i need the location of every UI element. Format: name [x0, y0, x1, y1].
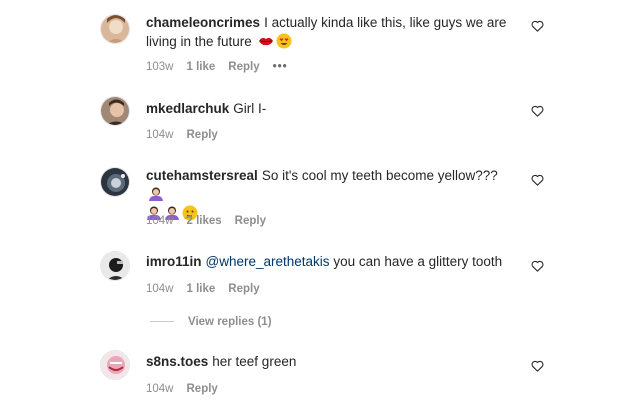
reply-button[interactable]: Reply: [187, 383, 218, 395]
comment-time[interactable]: 104w: [146, 129, 174, 141]
view-replies-button[interactable]: View replies (1): [150, 316, 272, 330]
avatar[interactable]: [100, 251, 130, 281]
reply-button[interactable]: Reply: [235, 215, 266, 227]
woman-shrugging-emoji: [148, 186, 164, 202]
comment-username[interactable]: imro11in: [146, 254, 202, 269]
comment-username[interactable]: s8ns.toes: [146, 354, 208, 369]
heart-outline-icon[interactable]: [531, 105, 544, 117]
comment-meta: 104w Reply: [146, 383, 231, 395]
comment-body: Girl I-: [233, 101, 267, 116]
likes-count[interactable]: 2 likes: [187, 215, 222, 227]
comment-username[interactable]: cutehamstersreal: [146, 168, 258, 183]
comment-meta: 104w 1 like Reply: [146, 283, 273, 295]
comment-username[interactable]: chameleoncrimes: [146, 15, 260, 30]
comment-meta: 103w 1 like Reply •••: [146, 61, 301, 73]
comment-username[interactable]: mkedlarchuk: [146, 101, 229, 116]
comment-body: you can have a glittery tooth: [329, 254, 503, 269]
avatar[interactable]: [100, 350, 130, 380]
comment-meta: 104w Reply: [146, 129, 231, 141]
heart-eyes-emoji: [276, 33, 292, 49]
comment-text: mkedlarchuk Girl I-: [146, 99, 516, 118]
comment-text: imro11in @where_arethetakis you can have …: [146, 252, 516, 271]
likes-count[interactable]: 1 like: [187, 283, 216, 295]
mention-link[interactable]: @where_arethetakis: [206, 254, 330, 269]
reply-button[interactable]: Reply: [228, 283, 259, 295]
reply-button[interactable]: Reply: [228, 61, 259, 73]
comment-time[interactable]: 104w: [146, 283, 174, 295]
heart-outline-icon[interactable]: [531, 260, 544, 272]
comment-meta: 104w 2 likes Reply: [146, 215, 279, 227]
avatar[interactable]: [100, 96, 130, 126]
comment-body: her teef green: [212, 354, 297, 369]
likes-count[interactable]: 1 like: [187, 61, 216, 73]
comment-text: chameleoncrimes I actually kinda like thi…: [146, 13, 516, 51]
more-options-button[interactable]: •••: [273, 61, 288, 73]
comment-text: s8ns.toes her teef green: [146, 352, 516, 371]
heart-outline-icon[interactable]: [531, 360, 544, 372]
replies-divider: [150, 321, 174, 323]
comment-time[interactable]: 104w: [146, 215, 174, 227]
comment-time[interactable]: 104w: [146, 383, 174, 395]
reply-button[interactable]: Reply: [187, 129, 218, 141]
comment-time[interactable]: 103w: [146, 61, 174, 73]
avatar[interactable]: [100, 14, 130, 44]
view-replies-label[interactable]: View replies (1): [188, 316, 272, 328]
lips-emoji: [258, 33, 274, 49]
comment-body: So it's cool my teeth become yellow???: [261, 168, 498, 183]
avatar[interactable]: [100, 167, 130, 197]
heart-outline-icon[interactable]: [531, 174, 544, 186]
heart-outline-icon[interactable]: [531, 20, 544, 32]
